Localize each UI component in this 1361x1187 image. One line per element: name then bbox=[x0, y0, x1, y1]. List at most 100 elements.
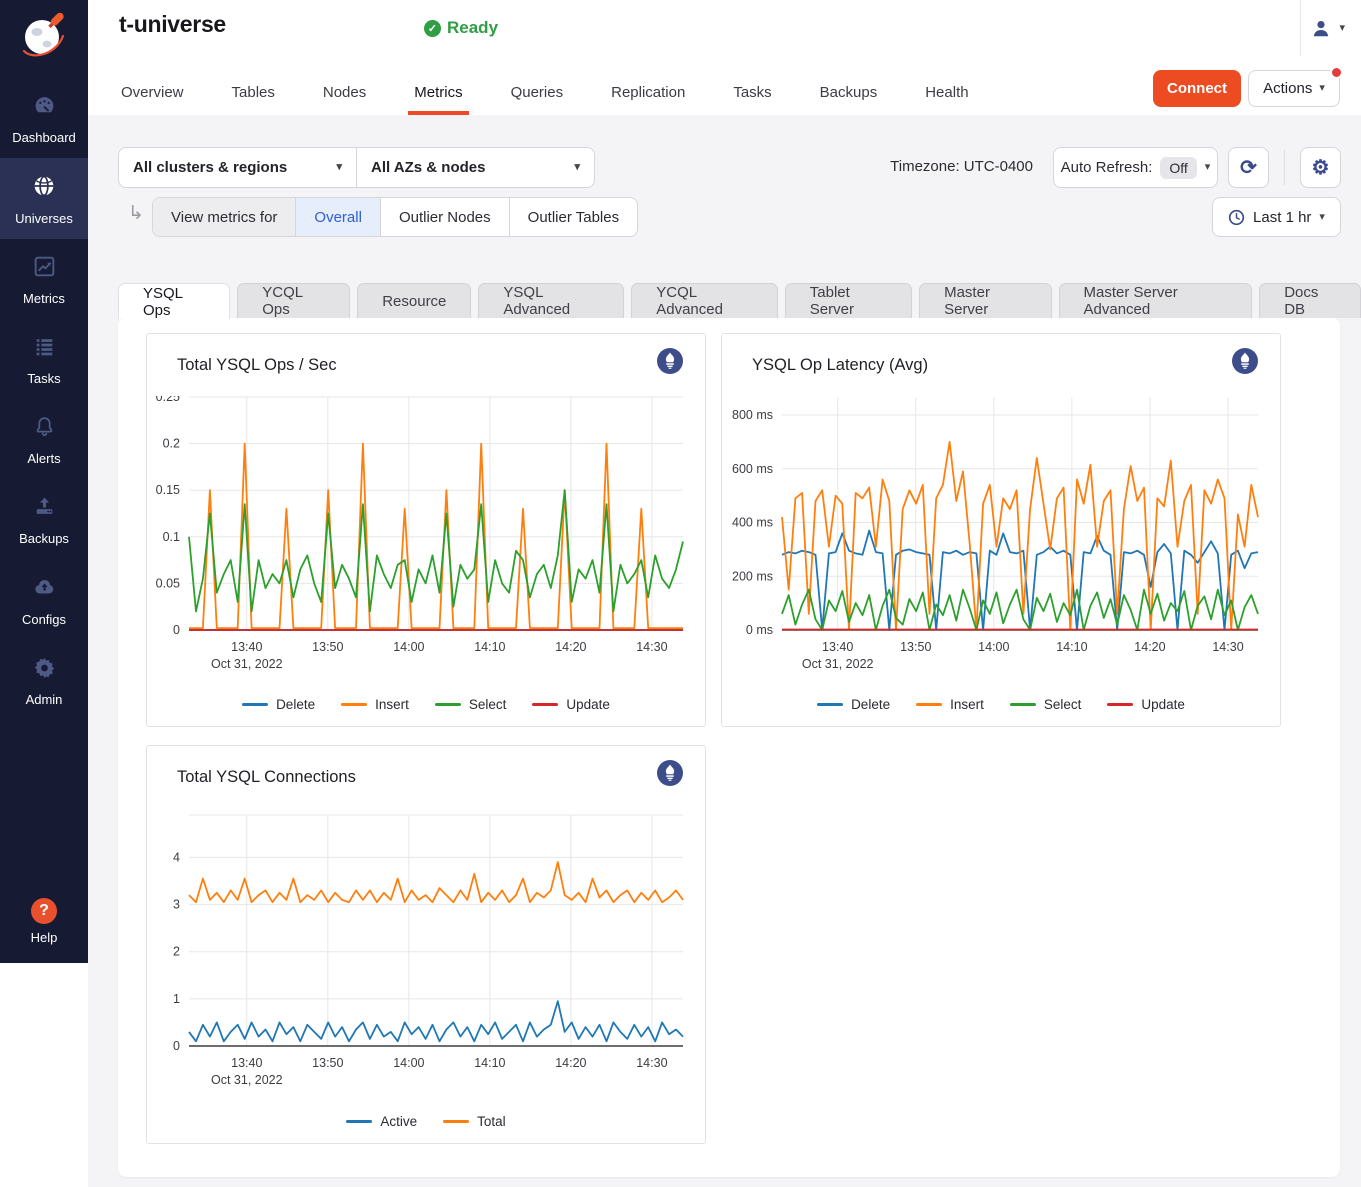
tab-health[interactable]: Health bbox=[923, 74, 970, 115]
azs-nodes-select[interactable]: All AZs & nodes ▾ bbox=[356, 148, 594, 187]
svg-text:0: 0 bbox=[173, 623, 180, 637]
segment-outlier-tables[interactable]: Outlier Tables bbox=[509, 198, 637, 236]
sidebar: Dashboard UniversesMetrics Tasks AlertsBack… bbox=[0, 0, 88, 963]
legend-item-delete[interactable]: Delete bbox=[817, 697, 890, 712]
legend-item-select[interactable]: Select bbox=[435, 697, 507, 712]
tab-queries[interactable]: Queries bbox=[509, 74, 566, 115]
timezone-label: Timezone: UTC-0400 bbox=[890, 158, 1033, 175]
metric-tab-ycql-ops[interactable]: YCQL Ops bbox=[237, 283, 350, 318]
tab-backups[interactable]: Backups bbox=[818, 74, 880, 115]
refresh-button[interactable]: ⟳ bbox=[1228, 147, 1269, 188]
legend-label: Insert bbox=[950, 697, 984, 712]
settings-button[interactable]: ⚙ bbox=[1300, 147, 1341, 188]
view-metrics-label: View metrics for bbox=[153, 198, 295, 236]
sidebar-item-dashboard[interactable]: Dashboard bbox=[0, 78, 88, 158]
user-menu[interactable]: ▾ bbox=[1309, 16, 1345, 40]
svg-text:800 ms: 800 ms bbox=[732, 408, 773, 422]
sidebar-item-universes[interactable]: Universes bbox=[0, 158, 88, 239]
legend-item-insert[interactable]: Insert bbox=[916, 697, 984, 712]
legend-item-select[interactable]: Select bbox=[1010, 697, 1082, 712]
svg-text:0: 0 bbox=[173, 1039, 180, 1053]
azs-nodes-value: All AZs & nodes bbox=[371, 159, 485, 176]
legend-item-total[interactable]: Total bbox=[443, 1114, 506, 1129]
svg-text:14:20: 14:20 bbox=[1134, 640, 1165, 654]
svg-text:13:40: 13:40 bbox=[822, 640, 853, 654]
app-logo[interactable] bbox=[0, 4, 88, 66]
legend-item-update[interactable]: Update bbox=[532, 697, 610, 712]
clock-icon bbox=[1228, 209, 1245, 226]
tab-tasks[interactable]: Tasks bbox=[731, 74, 773, 115]
metric-tab-master-server[interactable]: Master Server bbox=[919, 283, 1051, 318]
view-metrics-segments: View metrics forOverallOutlier NodesOutl… bbox=[152, 197, 638, 237]
help-icon: ? bbox=[31, 898, 57, 924]
svg-text:Oct 31, 2022: Oct 31, 2022 bbox=[211, 657, 283, 671]
legend-label: Update bbox=[566, 697, 610, 712]
svg-text:0 ms: 0 ms bbox=[746, 623, 773, 637]
page-title: t-universe bbox=[119, 11, 226, 38]
chart-plot[interactable]: 0 ms200 ms400 ms600 ms800 ms13:40Oct 31,… bbox=[722, 396, 1280, 675]
chart-plot[interactable]: 00.050.10.150.20.2513:40Oct 31, 202213:5… bbox=[147, 396, 705, 675]
metric-tab-docs-db[interactable]: Docs DB bbox=[1259, 283, 1361, 318]
tab-replication[interactable]: Replication bbox=[609, 74, 687, 115]
legend-label: Total bbox=[477, 1114, 506, 1129]
svg-text:14:10: 14:10 bbox=[474, 1056, 505, 1070]
metric-tab-ysql-ops[interactable]: YSQL Ops bbox=[118, 283, 230, 319]
sidebar-item-help[interactable]: ? Help bbox=[0, 898, 88, 945]
svg-text:0.25: 0.25 bbox=[156, 396, 180, 404]
chart-legend: Delete Insert Select Update bbox=[147, 697, 705, 712]
auto-refresh-label: Auto Refresh: bbox=[1061, 159, 1153, 176]
chart-card-total-ysql-ops: Total YSQL Ops / Sec00.050.10.150.20.251… bbox=[146, 333, 706, 727]
actions-button[interactable]: Actions ▾ bbox=[1248, 70, 1340, 107]
app-window: DashboardUniversesMetricsTasksAlertsBack… bbox=[0, 0, 1361, 1187]
legend-label: Select bbox=[1044, 697, 1082, 712]
tab-overview[interactable]: Overview bbox=[119, 74, 186, 115]
sidebar-item-alerts[interactable]: Alerts bbox=[0, 399, 88, 479]
caret-down-icon: ▾ bbox=[1205, 162, 1211, 173]
chart-card-total-ysql-connections: Total YSQL Connections0123413:40Oct 31, … bbox=[146, 745, 706, 1144]
cloud-icon bbox=[31, 574, 57, 605]
legend-swatch bbox=[532, 703, 558, 706]
gear-icon bbox=[32, 655, 57, 685]
prometheus-icon[interactable] bbox=[1232, 348, 1258, 374]
svg-text:14:20: 14:20 bbox=[555, 1056, 586, 1070]
chart-title: YSQL Op Latency (Avg) bbox=[752, 356, 928, 375]
caret-down-icon: ▾ bbox=[336, 162, 342, 173]
chart-plot[interactable]: 0123413:40Oct 31, 202213:5014:0014:1014:… bbox=[147, 814, 705, 1091]
sidebar-item-label: Dashboard bbox=[12, 130, 76, 145]
segment-overall[interactable]: Overall bbox=[295, 198, 380, 236]
sidebar-item-label: Admin bbox=[26, 692, 63, 707]
legend-item-delete[interactable]: Delete bbox=[242, 697, 315, 712]
segment-outlier-nodes[interactable]: Outlier Nodes bbox=[380, 198, 509, 236]
metric-tab-ycql-advanced[interactable]: YCQL Advanced bbox=[631, 283, 778, 318]
legend-item-insert[interactable]: Insert bbox=[341, 697, 409, 712]
legend-swatch bbox=[346, 1120, 372, 1123]
prometheus-icon[interactable] bbox=[657, 760, 683, 786]
auto-refresh-control[interactable]: Auto Refresh: Off ▾ bbox=[1053, 147, 1218, 188]
metric-tab-tablet-server[interactable]: Tablet Server bbox=[785, 283, 912, 318]
sidebar-item-tasks[interactable]: Tasks bbox=[0, 319, 88, 399]
tab-metrics[interactable]: Metrics bbox=[412, 74, 464, 115]
svg-text:400 ms: 400 ms bbox=[732, 516, 773, 530]
svg-text:0.05: 0.05 bbox=[156, 576, 180, 590]
clusters-regions-select[interactable]: All clusters & regions ▾ bbox=[119, 148, 356, 187]
svg-text:14:10: 14:10 bbox=[1056, 640, 1087, 654]
legend-label: Active bbox=[380, 1114, 417, 1129]
bell-icon bbox=[32, 414, 57, 444]
legend-item-active[interactable]: Active bbox=[346, 1114, 417, 1129]
svg-text:200 ms: 200 ms bbox=[732, 569, 773, 583]
legend-swatch bbox=[435, 703, 461, 706]
metric-tab-resource[interactable]: Resource bbox=[357, 283, 471, 318]
tab-tables[interactable]: Tables bbox=[230, 74, 277, 115]
sidebar-item-configs[interactable]: Configs bbox=[0, 559, 88, 640]
sidebar-item-admin[interactable]: Admin bbox=[0, 640, 88, 720]
sidebar-item-metrics[interactable]: Metrics bbox=[0, 239, 88, 319]
time-range-button[interactable]: Last 1 hr ▾ bbox=[1212, 197, 1341, 237]
metric-tab-ysql-advanced[interactable]: YSQL Advanced bbox=[478, 283, 624, 318]
connect-button[interactable]: Connect bbox=[1153, 70, 1241, 107]
metric-tab-master-server-advanced[interactable]: Master Server Advanced bbox=[1059, 283, 1253, 318]
legend-item-update[interactable]: Update bbox=[1107, 697, 1185, 712]
prometheus-icon[interactable] bbox=[657, 348, 683, 374]
sidebar-item-label: Tasks bbox=[27, 371, 60, 386]
tab-nodes[interactable]: Nodes bbox=[321, 74, 368, 115]
sidebar-item-backups[interactable]: Backups bbox=[0, 479, 88, 559]
